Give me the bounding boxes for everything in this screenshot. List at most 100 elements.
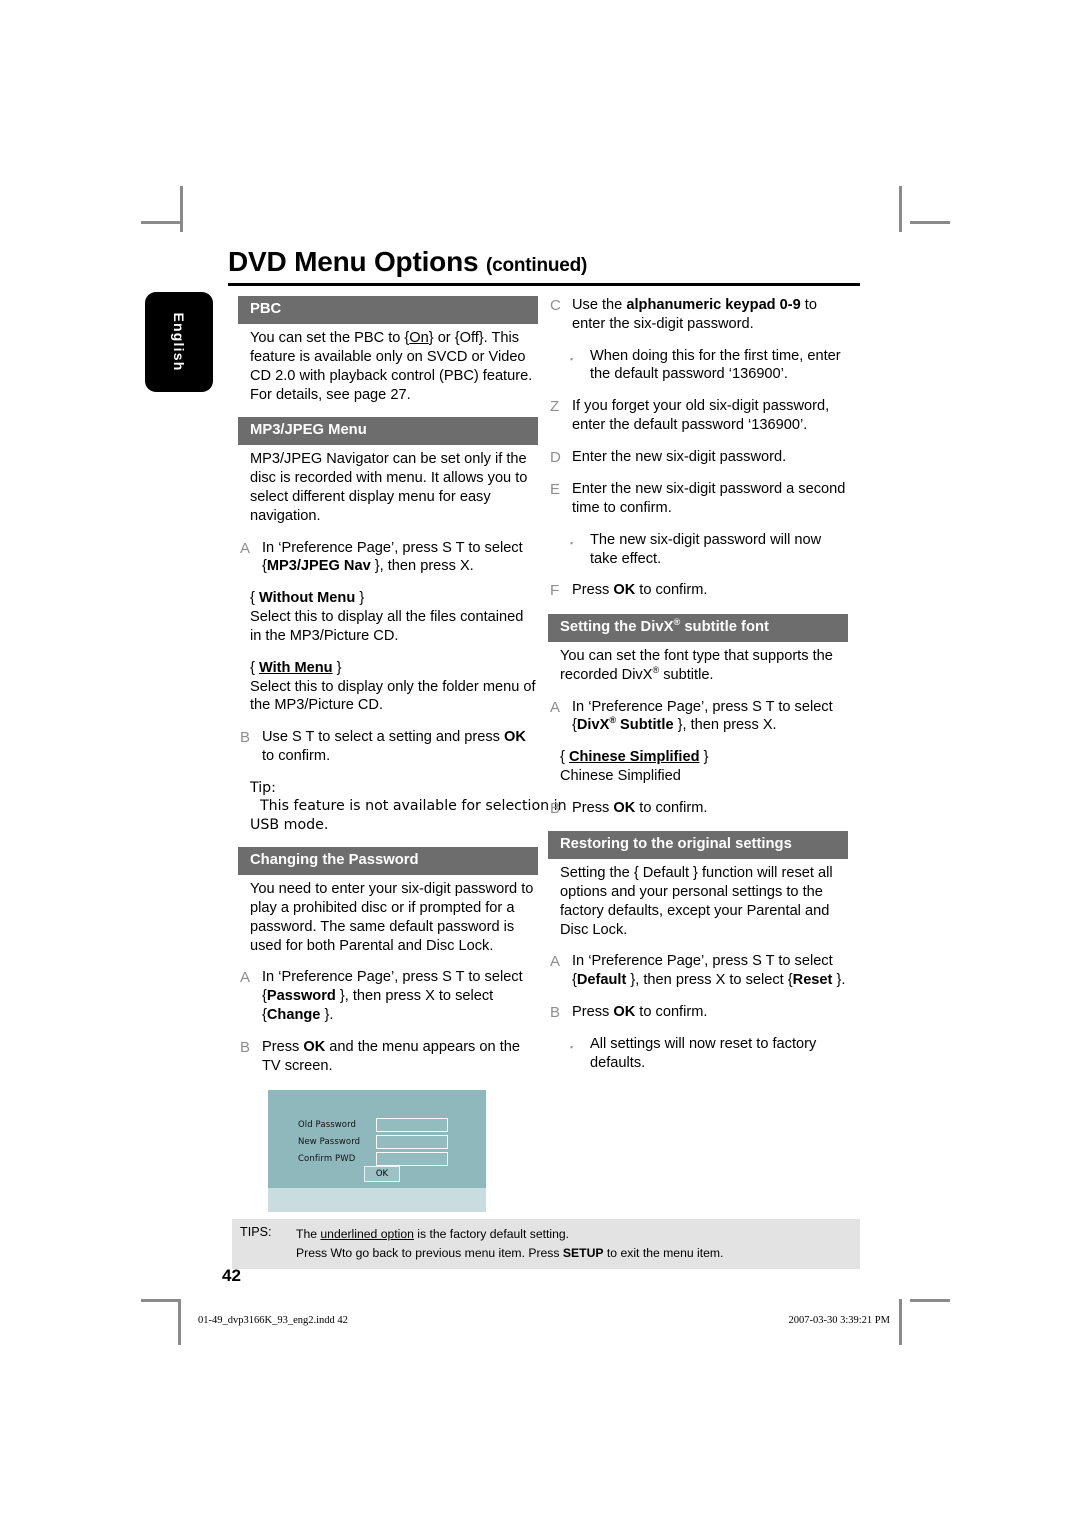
pbc-intro-paragraph: You can set the PBC to {On} or {Off}. Th… xyxy=(250,329,538,404)
step-restore-b: B Press OK to confirm. xyxy=(548,1003,848,1022)
registered-mark: ® xyxy=(609,715,616,726)
page-title-main: DVD Menu Options xyxy=(228,246,479,277)
step-password-z: Z If you forget your old six-digit passw… xyxy=(548,397,848,435)
step-text: Press OK and the menu appears on the TV … xyxy=(262,1038,538,1076)
step-text: Press OK to confirm. xyxy=(572,581,848,600)
crop-mark-top-left-horizontal xyxy=(141,221,181,224)
divx-heading-part1: Setting the DivX xyxy=(560,618,674,635)
step-letter: Z xyxy=(550,398,560,416)
tips-line2-part2: to exit the menu item. xyxy=(603,1245,724,1260)
brace-open: { xyxy=(250,659,255,676)
ok-key-label: OK xyxy=(303,1038,326,1055)
step-text-part1: Use the xyxy=(572,297,627,313)
dialog-ok-button[interactable]: OK xyxy=(364,1166,400,1182)
new-password-label: New Password xyxy=(298,1137,361,1147)
step-text-part3: }. xyxy=(832,972,846,989)
confirm-pwd-field[interactable] xyxy=(376,1152,448,1166)
option-without-menu-desc: Select this to display all the files con… xyxy=(250,609,524,644)
step-divx-b: B Press OK to confirm. xyxy=(548,799,848,818)
step-text: Enter the new six-digit password a secon… xyxy=(572,481,846,517)
ok-key-label: OK xyxy=(613,1004,636,1021)
step-text: In ‘Preference Page’, press S T to selec… xyxy=(262,968,538,1024)
option-without-menu-name: Without Menu xyxy=(258,590,356,607)
step-letter: D xyxy=(550,448,561,466)
step-letter: C xyxy=(550,297,561,314)
page-title: DVD Menu Options (continued) xyxy=(228,248,860,276)
step-letter: B xyxy=(550,799,561,817)
bullet-password-effect: ▪ The new six-digit password will now ta… xyxy=(548,531,848,569)
bullet-reset-defaults: ▪ All settings will now reset to factory… xyxy=(548,1035,848,1073)
divx-heading-part2: subtitle font xyxy=(680,618,769,635)
step-password-d: D Enter the new six-digit password. xyxy=(548,448,848,467)
tip-block: Tip: This feature is not available for s… xyxy=(238,779,570,834)
dialog-bottom-strip xyxy=(268,1188,486,1212)
mp3jpeg-intro: MP3/JPEG Navigator can be set only if th… xyxy=(250,451,528,524)
password-row-old: Old Password xyxy=(298,1118,448,1132)
right-column: C Use the alphanumeric keypad 0-9 to ent… xyxy=(548,296,848,1086)
bullet-text: When doing this for the first time, ente… xyxy=(590,347,841,383)
step-letter: B xyxy=(240,729,251,747)
step-letter: B xyxy=(550,1004,561,1022)
option-with-menu-desc: Select this to display only the folder m… xyxy=(250,678,536,714)
step-text-part2: }, then press X. xyxy=(370,558,474,575)
ok-key-label: OK xyxy=(504,729,526,746)
crop-mark-bottom-right-horizontal xyxy=(910,1299,950,1302)
step-text-part2: to confirm. xyxy=(635,582,708,599)
step-restore-a: A In ‘Preference Page’, press S T to sel… xyxy=(548,952,848,990)
section-header-restoring-settings: Restoring to the original settings xyxy=(548,831,848,860)
crop-mark-top-right-horizontal xyxy=(910,221,950,224)
step-text: In ‘Preference Page’, press S T to selec… xyxy=(572,698,848,736)
brace-close: } xyxy=(336,659,342,676)
step-mp3jpeg-b: B Use S T to select a setting and press … xyxy=(238,728,538,766)
step-text: Enter the new six-digit password. xyxy=(572,448,787,465)
page-number: 42 xyxy=(222,1266,241,1285)
old-password-label: Old Password xyxy=(298,1120,357,1130)
bullet-text: All settings will now reset to factory d… xyxy=(590,1036,817,1072)
option-without-menu-label: { Without Menu } xyxy=(250,589,538,608)
step-divx-a: A In ‘Preference Page’, press S T to sel… xyxy=(548,698,848,736)
step-bold-mp3jpeg-nav: MP3/JPEG Nav xyxy=(266,558,371,575)
step-password-e: E Enter the new six-digit password a sec… xyxy=(548,480,848,518)
step-text-part1: Press xyxy=(572,1004,614,1021)
brace-open: { xyxy=(560,749,565,766)
option-with-menu-name: With Menu xyxy=(258,659,333,676)
bullet-dot-icon: ▪ xyxy=(570,537,574,548)
option-with-menu-label: { With Menu } xyxy=(250,659,538,678)
step-letter: F xyxy=(550,582,560,600)
option-divx: DivX xyxy=(576,717,610,734)
step-text-part2: }, then press X to select { xyxy=(626,972,793,989)
brace-close: } xyxy=(359,590,365,607)
step-text: Use S T to select a setting and press OK… xyxy=(262,728,538,766)
step-letter: E xyxy=(550,481,561,499)
new-password-field[interactable] xyxy=(376,1135,448,1149)
step-text-part2: to confirm. xyxy=(635,799,708,816)
divx-intro: You can set the font type that supports … xyxy=(560,647,848,685)
tips-box: TIPS: The underlined option is the facto… xyxy=(232,1219,860,1269)
crop-mark-bottom-left-horizontal xyxy=(141,1299,181,1302)
ok-key-label: OK xyxy=(613,582,636,599)
step-mp3jpeg-a: A In ‘Preference Page’, press S T to sel… xyxy=(238,539,538,577)
tips-line2-part1: Press Wto go back to previous menu item.… xyxy=(296,1245,563,1260)
language-tab: English xyxy=(145,292,213,392)
bullet-first-time-password: ▪ When doing this for the first time, en… xyxy=(548,347,848,385)
divx-intro-part2: subtitle. xyxy=(659,666,714,683)
tips-line-2: Press Wto go back to previous menu item.… xyxy=(296,1244,860,1263)
password-dialog-screenshot: Old Password New Password Confirm PWD OK xyxy=(268,1090,486,1212)
section-header-mp3jpeg: MP3/JPEG Menu xyxy=(238,417,538,446)
step-text-part1: Press xyxy=(572,582,614,599)
step-text: Press OK to confirm. xyxy=(572,1003,848,1022)
step-text-part2: to confirm. xyxy=(635,1004,708,1021)
printer-timestamp: 2007-03-30 3:39:21 PM xyxy=(788,1315,890,1326)
page-title-continued: (continued) xyxy=(485,255,588,276)
tip-label: Tip: xyxy=(250,779,276,796)
old-password-field[interactable] xyxy=(376,1118,448,1132)
tips-content: The underlined option is the factory def… xyxy=(296,1225,860,1269)
step-letter: A xyxy=(240,539,251,557)
tips-label: TIPS: xyxy=(240,1225,272,1239)
option-chinese-simplified-desc: Chinese Simplified xyxy=(560,767,681,784)
step-letter: B xyxy=(240,1038,251,1056)
password-row-confirm: Confirm PWD xyxy=(298,1152,448,1166)
step-text: If you forget your old six-digit passwor… xyxy=(572,398,830,434)
brace-open: { xyxy=(250,590,255,607)
title-rule xyxy=(228,283,860,286)
